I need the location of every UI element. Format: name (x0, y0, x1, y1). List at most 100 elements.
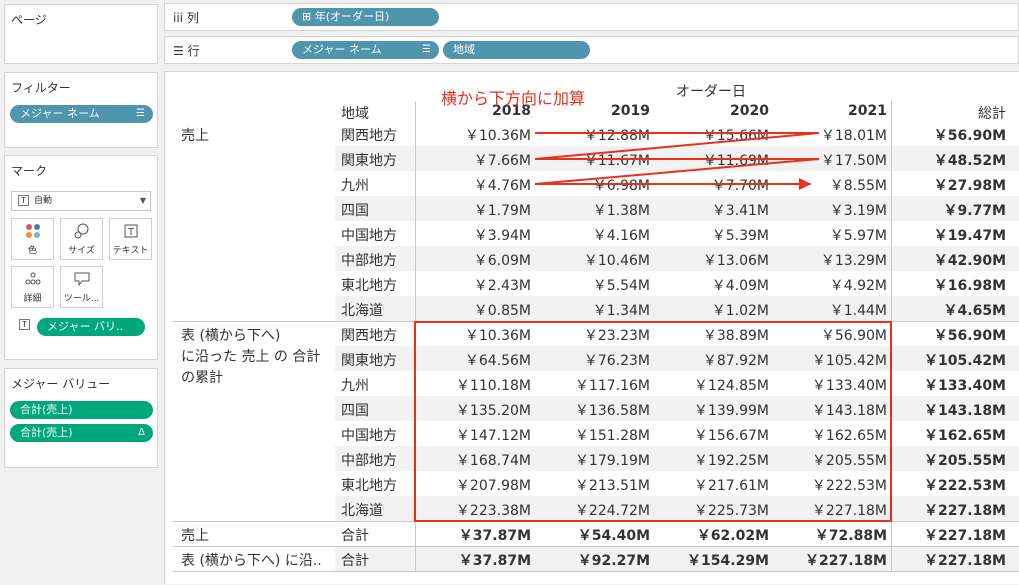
value-cell: ￥1.79M (473, 203, 531, 219)
value-cell: ￥1.44M (829, 303, 887, 319)
measure-pill-label: 合計(売上) (20, 426, 73, 439)
value-cell: ￥1.38M (592, 203, 650, 219)
sort-icon: ☰ (422, 44, 431, 55)
value-cell: ￥15.66M (702, 128, 769, 144)
region-label: 中部地方 (341, 253, 397, 269)
value-cell: ￥105.42M (811, 353, 887, 369)
rows-pill-region[interactable]: 地域 (443, 41, 590, 59)
value-cell: ￥207.98M (455, 478, 531, 494)
value-cell: ￥147.12M (455, 428, 531, 444)
region-label: 四国 (341, 203, 369, 219)
region-label: 北海道 (341, 303, 383, 319)
columns-shelf-label: iii 列 (173, 11, 199, 25)
measure-values-card: メジャー バリュー 合計(売上) 合計(売上) Δ (4, 368, 158, 468)
row-total-cell: ￥143.18M (924, 403, 1006, 419)
value-cell: ￥11.67M (583, 153, 650, 169)
size-button[interactable]: サイズ (60, 218, 103, 260)
value-cell: ￥7.66M (473, 153, 531, 169)
value-cell: ￥38.89M (702, 328, 769, 344)
region-label: 四国 (341, 403, 369, 419)
value-cell: ￥151.28M (574, 428, 650, 444)
row-total-cell: ￥205.55M (924, 453, 1006, 469)
rows-pill-measure-names[interactable]: メジャー ネーム ☰ (292, 41, 439, 59)
pages-title: ページ (11, 13, 47, 27)
text-pill-label: メジャー バリ.. (47, 320, 123, 333)
year-header: 2020 (730, 103, 769, 119)
region-label: 関西地方 (341, 328, 397, 344)
mark-type-label: 自動 (34, 196, 53, 206)
filters-card: フィルター メジャー ネーム ☰ (4, 72, 158, 148)
value-cell: ￥23.23M (583, 328, 650, 344)
divider (173, 546, 1019, 547)
region-label: 関東地方 (341, 353, 397, 369)
text-label: テキスト (112, 246, 149, 256)
value-cell: ￥192.25M (693, 453, 769, 469)
svg-text:T: T (126, 227, 134, 238)
color-button[interactable]: 色 (11, 218, 54, 260)
row-total-cell: ￥16.98M (933, 278, 1006, 294)
value-cell: ￥3.19M (829, 203, 887, 219)
text-icon: T (110, 219, 151, 243)
region-label: 東北地方 (341, 478, 397, 494)
columns-pill-year[interactable]: ⊞ 年(オーダー日) (292, 8, 439, 26)
color-icon (12, 219, 53, 243)
measure-pill-sales[interactable]: 合計(売上) (10, 401, 153, 419)
pages-card: ページ (4, 4, 158, 64)
grand-total-cell: ￥227.18M (924, 553, 1006, 569)
region-label: 関西地方 (341, 128, 397, 144)
measure-label-running-sum: の累計 (181, 370, 223, 386)
value-cell: ￥4.16M (592, 228, 650, 244)
row-total-cell: ￥4.65M (943, 303, 1006, 319)
value-cell: ￥76.23M (583, 353, 650, 369)
text-pill-measure-values[interactable]: メジャー バリ.. (37, 318, 145, 336)
row-total-cell: ￥222.53M (924, 478, 1006, 494)
annotation-label: 横から下方向に加算 (441, 89, 586, 108)
row-total-cell: ￥48.52M (933, 153, 1006, 169)
column-group-header: オーダー日 (676, 84, 746, 100)
row-total-cell: ￥42.90M (933, 253, 1006, 269)
value-cell: ￥6.09M (473, 253, 531, 269)
divider (173, 521, 1019, 522)
sort-icon: ☰ (136, 108, 145, 119)
plus-icon: ⊞ (302, 10, 315, 23)
filter-pill-measure-names[interactable]: メジャー ネーム ☰ (10, 105, 153, 123)
grand-total-cell: ￥62.02M (696, 528, 769, 544)
value-cell: ￥179.19M (574, 453, 650, 469)
columns-shelf: iii 列 ⊞ 年(オーダー日) (164, 3, 1019, 31)
tooltip-button[interactable]: ツール... (60, 266, 103, 308)
value-cell: ￥13.06M (702, 253, 769, 269)
text-mark-icon: T (19, 319, 30, 330)
grand-total-label: 合計 (341, 528, 369, 544)
chevron-down-icon: ▼ (139, 196, 146, 205)
detail-button[interactable]: 詳細 (11, 266, 54, 308)
mark-type-dropdown[interactable]: T 自動 ▼ (11, 191, 151, 211)
measure-pill-label: 合計(売上) (20, 403, 73, 416)
value-cell: ￥1.34M (592, 303, 650, 319)
value-cell: ￥10.36M (464, 328, 531, 344)
row-total-cell: ￥27.98M (933, 178, 1006, 194)
grand-total-label: 合計 (341, 553, 369, 569)
tooltip-icon (61, 267, 102, 291)
value-cell: ￥124.85M (693, 378, 769, 394)
rows-pill-label: メジャー ネーム (302, 43, 382, 56)
value-cell: ￥0.85M (473, 303, 531, 319)
year-header: 2019 (611, 103, 650, 119)
value-cell: ￥2.43M (473, 278, 531, 294)
measure-pill-running-sales[interactable]: 合計(売上) Δ (10, 424, 153, 442)
grand-total-cell: ￥37.87M (458, 528, 531, 544)
value-cell: ￥205.55M (811, 453, 887, 469)
value-cell: ￥87.92M (702, 353, 769, 369)
grand-total-cell: ￥227.18M (924, 528, 1006, 544)
size-icon (61, 219, 102, 243)
size-label: サイズ (68, 246, 95, 256)
region-label: 九州 (341, 178, 369, 194)
grand-total-cell: ￥154.29M (687, 553, 769, 569)
row-total-cell: ￥19.47M (933, 228, 1006, 244)
text-button[interactable]: T テキスト (109, 218, 152, 260)
measure-label-sales: 売上 (181, 128, 209, 144)
value-cell: ￥4.09M (711, 278, 769, 294)
measure-label-running-sum: に沿った 売上 の 合計 (181, 349, 321, 365)
value-cell: ￥139.99M (693, 403, 769, 419)
value-cell: ￥18.01M (820, 128, 887, 144)
region-label: 中国地方 (341, 428, 397, 444)
